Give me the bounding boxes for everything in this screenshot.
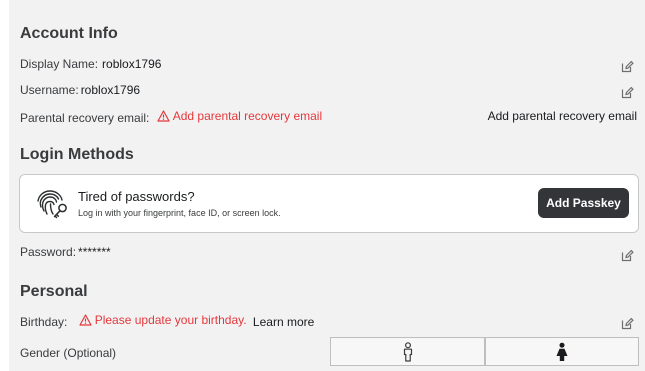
personal-heading: Personal (20, 283, 88, 300)
left-panel-edge (0, 0, 9, 371)
gender-female-button[interactable] (485, 337, 639, 366)
edit-password-button[interactable] (619, 247, 635, 263)
add-parental-email-link[interactable]: Add parental recovery email (488, 109, 637, 123)
female-icon (556, 342, 568, 361)
edit-username-button[interactable] (619, 84, 635, 100)
account-info-heading: Account Info (20, 25, 118, 42)
warning-icon (79, 314, 92, 326)
birthday-warning-text: Please update your birthday. (94, 313, 247, 327)
edit-display-name-button[interactable] (619, 58, 635, 74)
edit-birthday-button[interactable] (619, 315, 635, 331)
passkey-title: Tired of passwords? (78, 189, 195, 204)
username-value: roblox1796 (80, 83, 141, 97)
edit-icon (621, 249, 634, 261)
male-icon (403, 341, 412, 362)
username-row: Username: roblox1796 (20, 83, 140, 97)
warning-icon (157, 110, 170, 122)
birthday-label: Birthday: (20, 315, 68, 329)
fingerprint-key-icon (37, 190, 67, 219)
edit-icon (621, 86, 634, 98)
password-row: Password: ******* (20, 245, 111, 259)
login-methods-heading: Login Methods (20, 146, 134, 163)
edit-icon (621, 60, 634, 72)
birthday-warning: Please update your birthday. (79, 313, 247, 327)
parental-email-warning-text: Add parental recovery email (172, 109, 323, 123)
password-label: Password: (20, 245, 77, 259)
parental-email-label: Parental recovery email: (20, 111, 150, 125)
display-name-label: Display Name: (20, 57, 99, 71)
add-passkey-button[interactable]: Add Passkey (538, 188, 629, 218)
edit-icon (621, 317, 634, 329)
gender-male-button[interactable] (330, 337, 485, 366)
password-value: ******* (78, 245, 111, 259)
display-name-value: roblox1796 (102, 57, 162, 71)
gender-label: Gender (Optional) (20, 346, 117, 360)
birthday-row: Birthday: Please update your birthday. L… (20, 313, 314, 329)
parental-email-row: Parental recovery email: Add parental re… (20, 109, 322, 125)
learn-more-link[interactable]: Learn more (253, 315, 314, 329)
passkey-card: Tired of passwords? Log in with your fin… (19, 174, 639, 233)
passkey-subtitle: Log in with your fingerprint, face ID, o… (78, 208, 281, 218)
display-name-row: Display Name: roblox1796 (20, 57, 161, 71)
parental-email-warning: Add parental recovery email (157, 109, 322, 123)
username-label: Username: (20, 83, 79, 97)
